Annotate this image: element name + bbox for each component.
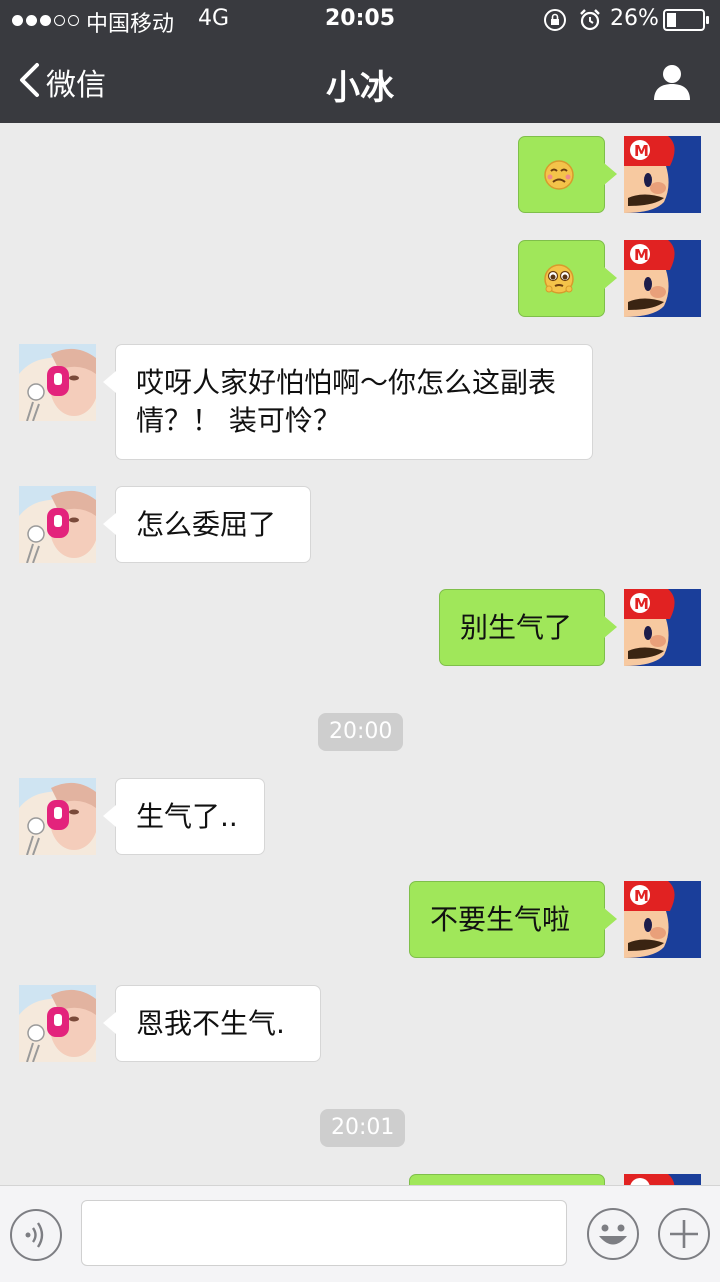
- message-row: M: [0, 240, 720, 320]
- plus-icon[interactable]: [657, 1207, 711, 1265]
- my-avatar[interactable]: M: [624, 240, 701, 317]
- battery-percent: 26%: [610, 6, 659, 31]
- input-bar: [0, 1185, 720, 1282]
- message-row: 怎么委屈了: [0, 486, 720, 564]
- alarm-icon: [578, 8, 602, 38]
- pleading-face-emoji-icon: [539, 259, 579, 309]
- sad-face-emoji-icon: [539, 155, 579, 205]
- message-row: 哎呀人家好怕怕啊～你怎么这副表情？！ 装可怜？: [0, 344, 720, 460]
- message-text: 不要生气啦: [430, 903, 571, 936]
- message-input[interactable]: [81, 1200, 567, 1266]
- message-text: 生气了..: [136, 800, 238, 833]
- status-bar: 中国移动 4G 20:05 26%: [0, 0, 720, 40]
- message-bubble[interactable]: [409, 1174, 605, 1185]
- profile-icon[interactable]: [652, 62, 692, 106]
- my-avatar[interactable]: M: [624, 136, 701, 213]
- svg-text:M: M: [634, 142, 649, 160]
- message-bubble[interactable]: 不要生气啦: [409, 881, 617, 958]
- message-bubble[interactable]: 怎么委屈了: [103, 486, 311, 563]
- xiaobing-avatar[interactable]: [19, 778, 96, 855]
- my-avatar[interactable]: [624, 1174, 701, 1185]
- timestamp: 20:00: [318, 713, 404, 751]
- rotation-lock-icon: [543, 8, 567, 38]
- message-row: 别生气了 M: [0, 589, 720, 667]
- timestamp: 20:01: [320, 1109, 406, 1147]
- message-bubble[interactable]: [518, 240, 617, 317]
- message-bubble[interactable]: 生气了..: [103, 778, 265, 855]
- chat-area[interactable]: M M 哎呀人家好怕怕啊～你怎么这副表情？！ 装可怜？ 怎么委屈了 别生气了 M…: [0, 123, 720, 1185]
- my-avatar[interactable]: M: [624, 881, 701, 958]
- voice-icon[interactable]: [9, 1208, 63, 1266]
- message-text: 哎呀人家好怕怕啊～你怎么这副表情？！ 装可怜？: [136, 366, 557, 437]
- nav-header: 中国移动 4G 20:05 26% 微信 小冰: [0, 0, 720, 123]
- message-row: [0, 1174, 720, 1185]
- message-bubble[interactable]: 别生气了: [439, 589, 617, 666]
- message-bubble[interactable]: 恩我不生气.: [103, 985, 321, 1062]
- chat-title: 小冰: [326, 68, 394, 108]
- message-bubble[interactable]: [518, 136, 617, 213]
- message-row: 生气了..: [0, 778, 720, 856]
- xiaobing-avatar[interactable]: [19, 985, 96, 1062]
- my-avatar[interactable]: M: [624, 589, 701, 666]
- message-text: 怎么委屈了: [136, 508, 277, 541]
- message-row: 不要生气啦 M: [0, 881, 720, 959]
- svg-text:M: M: [634, 246, 649, 264]
- message-row: 恩我不生气.: [0, 985, 720, 1063]
- battery-icon: [663, 9, 711, 37]
- smiley-icon[interactable]: [586, 1207, 640, 1265]
- xiaobing-avatar[interactable]: [19, 344, 96, 421]
- xiaobing-avatar[interactable]: [19, 486, 96, 563]
- message-bubble[interactable]: 哎呀人家好怕怕啊～你怎么这副表情？！ 装可怜？: [103, 344, 593, 460]
- message-text: 别生气了: [460, 611, 573, 644]
- message-text: 恩我不生气.: [136, 1007, 285, 1040]
- svg-text:M: M: [634, 887, 649, 905]
- svg-text:M: M: [634, 595, 649, 613]
- message-row: M: [0, 136, 720, 216]
